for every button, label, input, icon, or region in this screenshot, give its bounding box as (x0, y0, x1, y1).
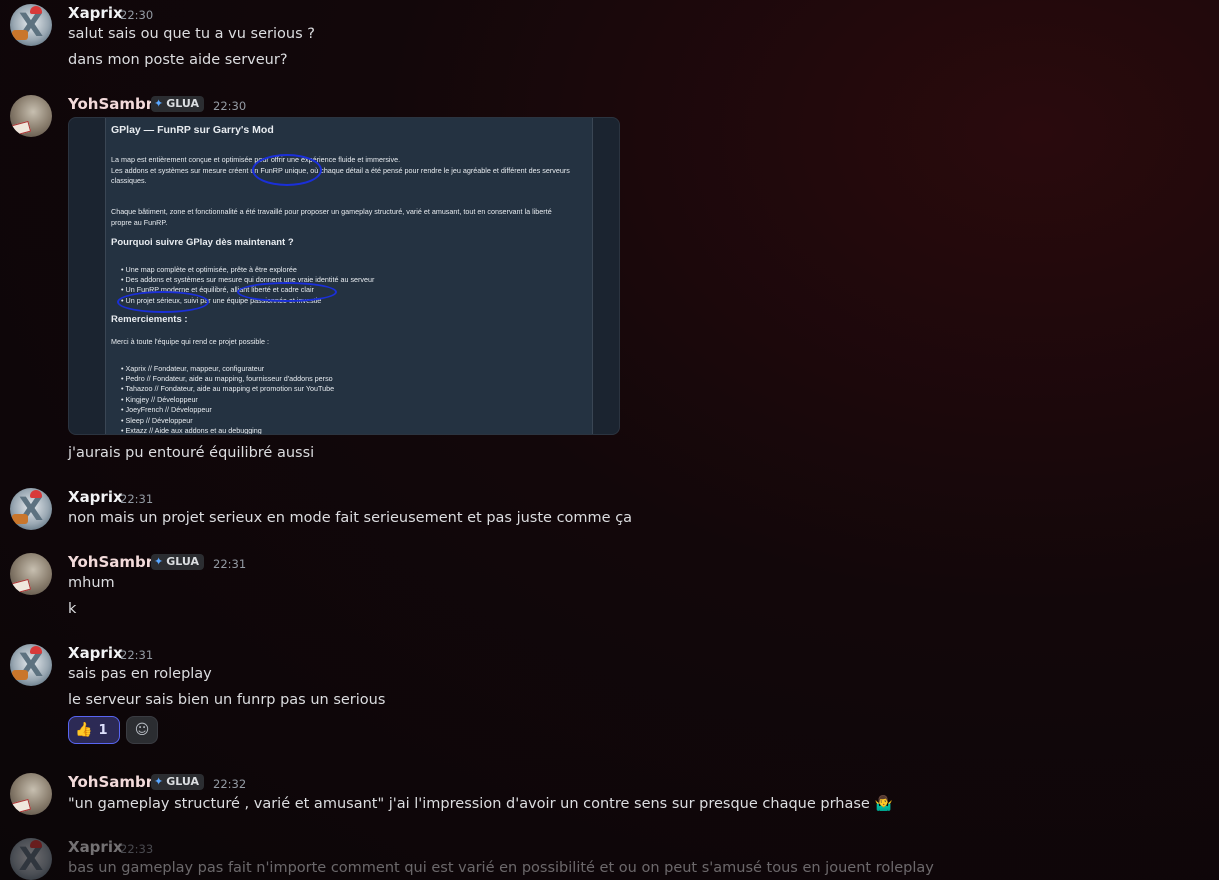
embed-text: classiques. (111, 176, 147, 185)
username[interactable]: YohSambre (68, 95, 163, 113)
highlight-circle (117, 291, 209, 313)
embed-text: propre au FunRP. (111, 218, 168, 227)
timestamp[interactable]: 22:33 (120, 842, 153, 856)
timestamp[interactable]: 22:31 (213, 557, 246, 571)
username[interactable]: YohSambre (68, 553, 163, 571)
timestamp[interactable]: 22:31 (120, 492, 153, 506)
timestamp[interactable]: 22:32 (213, 777, 246, 791)
message-text: k (68, 601, 77, 617)
embed-team-item: • JoeyFrench // Développeur (121, 405, 212, 414)
embed-team-item: • Tahazoo // Fondateur, aide au mapping … (121, 384, 335, 393)
santa-hat-icon (30, 840, 42, 848)
message-text: le serveur sais bien un funrp pas un ser… (68, 692, 386, 708)
decoration-icon (12, 30, 28, 40)
embed-heading: Pourquoi suivre GPlay dès maintenant ? (111, 237, 294, 248)
message-text: j'aurais pu entouré équilibré aussi (68, 445, 315, 461)
timestamp[interactable]: 22:30 (120, 8, 153, 22)
message-text: salut sais ou que tu a vu serious ? (68, 26, 315, 42)
avatar[interactable]: X (10, 488, 52, 530)
message-text: dans mon poste aide serveur? (68, 52, 288, 68)
embed-team-item: • Xaprix // Fondateur, mappeur, configur… (121, 364, 265, 373)
embed-bullet: • Une map complète et optimisée, prête à… (121, 265, 297, 274)
message-text: sais pas en roleplay (68, 666, 212, 682)
timestamp[interactable]: 22:31 (120, 648, 153, 662)
add-reaction-button[interactable]: ☺ (126, 716, 158, 744)
avatar[interactable]: X (10, 644, 52, 686)
avatar[interactable]: X (10, 4, 52, 46)
embed-heading: Remerciements : (111, 314, 188, 325)
embed-team-item: • Extazz // Aide aux addons et au debugg… (121, 426, 262, 435)
message-text: mhum (68, 575, 115, 591)
thumbs-up-icon: 👍 (75, 722, 93, 738)
reaction-count: 1 (98, 723, 108, 738)
diamond-icon: ✦ (154, 97, 164, 110)
message-text: bas un gameplay pas fait n'importe comme… (68, 860, 934, 876)
smiley-icon: ☺ (134, 722, 150, 738)
santa-hat-icon (30, 490, 42, 498)
guild-tag-badge[interactable]: ✦ GLUA (151, 554, 204, 570)
username[interactable]: Xaprix (68, 4, 123, 22)
ticket-icon (10, 578, 32, 595)
decoration-icon (12, 514, 28, 524)
embed-text: Chaque bâtiment, zone et fonctionnalité … (111, 207, 552, 216)
highlight-circle (237, 282, 337, 302)
embed-team-item: • Pedro // Fondateur, aide au mapping, f… (121, 374, 333, 383)
username[interactable]: Xaprix (68, 838, 123, 856)
embed-text: Merci à toute l'équipe qui rend ce proje… (111, 337, 269, 346)
diamond-icon: ✦ (154, 775, 164, 788)
message-text: non mais un projet serieux en mode fait … (68, 510, 633, 526)
avatar[interactable] (10, 773, 52, 815)
username[interactable]: YohSambre (68, 773, 163, 791)
embed-text: Les addons et systèmes sur mesure créent… (111, 166, 570, 175)
avatar[interactable] (10, 95, 52, 137)
ticket-icon (10, 798, 32, 815)
santa-hat-icon (30, 646, 42, 654)
username[interactable]: Xaprix (68, 644, 123, 662)
ticket-icon (10, 120, 32, 137)
avatar[interactable]: X (10, 838, 52, 880)
guild-tag-badge[interactable]: ✦ GLUA (151, 774, 204, 790)
decoration-icon (12, 670, 28, 680)
username[interactable]: Xaprix (68, 488, 123, 506)
santa-hat-icon (30, 6, 42, 14)
diamond-icon: ✦ (154, 555, 164, 568)
avatar[interactable] (10, 553, 52, 595)
embed-team-item: • Kingjey // Développeur (121, 395, 198, 404)
image-attachment[interactable]: GPlay — FunRP sur Garry's Mod La map est… (68, 117, 620, 435)
guild-tag-badge[interactable]: ✦ GLUA (151, 96, 204, 112)
embed-title: GPlay — FunRP sur Garry's Mod (111, 124, 274, 136)
reaction-thumbs-up[interactable]: 👍 1 (68, 716, 120, 744)
highlight-circle (252, 154, 322, 186)
timestamp[interactable]: 22:30 (213, 99, 246, 113)
embed-team-item: • Sleep // Développeur (121, 416, 193, 425)
message-text: "un gameplay structuré , varié et amusan… (68, 796, 893, 812)
embed-bullet: • Des addons et systèmes sur mesure qui … (121, 275, 375, 284)
